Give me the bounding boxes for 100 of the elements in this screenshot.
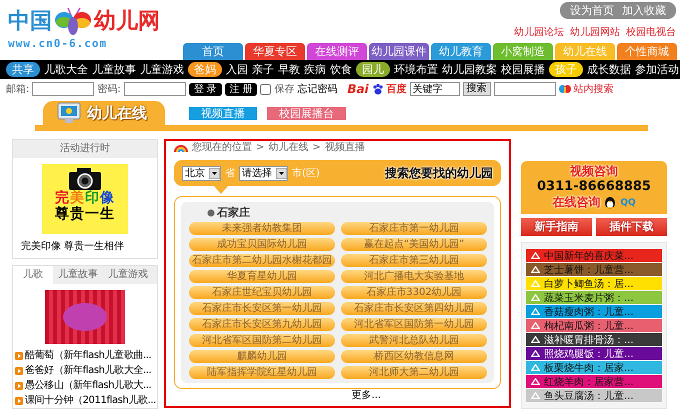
unit-label: 省 <box>225 166 235 180</box>
section-subtab[interactable]: 视频直播 <box>189 107 257 120</box>
email-field[interactable] <box>32 82 94 96</box>
category-link[interactable]: 儿歌大全 <box>44 62 88 77</box>
section-subtab[interactable]: 校园展播台 <box>267 107 346 120</box>
recipe-item[interactable]: 滋补暖胃排骨汤：... <box>526 333 662 346</box>
top-link[interactable]: 设为首页 <box>570 3 614 18</box>
category-tag[interactable]: 园儿 <box>356 62 390 77</box>
search-field[interactable]: 关键字 <box>410 82 460 96</box>
recipe-item[interactable]: 枸杞南瓜粥：儿童... <box>526 319 662 332</box>
more-link[interactable]: 更多... <box>174 390 381 402</box>
site-search-field[interactable] <box>494 82 556 96</box>
penguin-icon <box>604 196 616 209</box>
category-link[interactable]: 入园 <box>226 62 248 77</box>
download-button[interactable]: 插件下载 <box>596 218 667 236</box>
banner-text: 尊贵一生 <box>55 206 115 222</box>
category-link[interactable]: 亲子 <box>252 62 274 77</box>
recipe-item[interactable]: 蔬菜玉米麦片粥：... <box>526 291 662 304</box>
kindergarten-link[interactable]: 石家庄世纪宝贝幼儿园 <box>189 286 335 299</box>
nav-tab[interactable]: 首页 <box>183 43 243 60</box>
site-search-link[interactable]: 站内搜索 <box>574 82 614 96</box>
province-dropdown[interactable]: 北京 <box>182 166 221 180</box>
site-url[interactable]: www.cn0-6.com <box>8 37 160 50</box>
recipe-item[interactable]: 板栗烧牛肉：居家... <box>526 361 662 374</box>
header-link[interactable]: 幼儿园网站 <box>570 25 620 39</box>
kindergarten-link[interactable]: 石家庄市第一幼儿园 <box>341 222 487 235</box>
kindergarten-link[interactable]: 未来强者幼教集团 <box>189 222 335 235</box>
header-link[interactable]: 幼儿园论坛 <box>514 25 564 39</box>
category-link[interactable]: 环境布置 <box>394 62 438 77</box>
kindergarten-link[interactable]: 河北省军区国防第一幼儿园 <box>341 318 487 331</box>
login-button[interactable]: 登 录 <box>188 82 222 96</box>
category-link[interactable]: 儿童游戏 <box>140 62 184 77</box>
rainbow-icon <box>174 143 188 153</box>
kindergarten-link[interactable]: 石家庄市第二幼儿园水榭花都园 <box>189 254 335 267</box>
remember-checkbox[interactable] <box>260 84 272 94</box>
password-field[interactable] <box>124 82 186 96</box>
category-link[interactable]: 幼儿园教案 <box>442 62 497 77</box>
city-heading: 石家庄 <box>217 206 250 220</box>
category-link[interactable]: 早教 <box>278 62 300 77</box>
kindergarten-link[interactable]: 武警河北总队幼儿园 <box>341 334 487 347</box>
caret-icon <box>209 168 220 178</box>
logo-text: 幼儿网 <box>94 8 160 36</box>
category-tag[interactable]: 共享 <box>6 62 40 77</box>
top-link[interactable]: 加入收藏 <box>622 3 666 18</box>
kindergarten-link[interactable]: 陆军指挥学院红星幼儿园 <box>189 366 335 379</box>
kindergarten-link[interactable]: 河北省军区国防第二幼儿园 <box>189 334 335 347</box>
kindergarten-link[interactable]: 石家庄市长安区第四幼儿园 <box>341 302 487 315</box>
register-button[interactable]: 注 册 <box>224 82 258 96</box>
song-link[interactable]: 酷葡萄（新年flash儿童歌曲... <box>25 348 152 363</box>
kindergarten-link[interactable]: 河北广播电大实验基地 <box>341 270 487 283</box>
song-link[interactable]: 课间十分钟（2011flash儿歌... <box>25 393 156 408</box>
recipe-item[interactable]: 白萝卜鲫鱼汤：居... <box>526 277 662 290</box>
header-link[interactable]: 校园电视台 <box>626 25 676 39</box>
paw-icon <box>372 83 384 95</box>
banner-caption[interactable]: 完美印像 尊贵一生相伴 <box>13 234 157 258</box>
category-link[interactable]: 疾病 <box>304 62 326 77</box>
bullet-icon <box>15 366 23 374</box>
nav-tab[interactable]: 在线测评 <box>307 43 367 60</box>
kindergarten-link[interactable]: 桥西区幼教信息网 <box>341 350 487 363</box>
category-link[interactable]: 儿童故事 <box>92 62 136 77</box>
search-button[interactable]: 搜索 <box>462 82 491 96</box>
category-link[interactable]: 饮食 <box>330 62 352 77</box>
guide-button[interactable]: 新手指南 <box>521 218 592 236</box>
nav-tab[interactable]: 个性商城 <box>617 43 677 60</box>
logo-text: Bai <box>347 82 369 96</box>
forgot-password-link[interactable]: 忘记密码 <box>297 82 338 96</box>
kindergarten-link[interactable]: 石家庄市3302幼儿园 <box>341 286 487 299</box>
recipe-item[interactable]: 中国新年的喜庆菜... <box>526 249 662 262</box>
kindergarten-link[interactable]: 麒麟幼儿园 <box>189 350 335 363</box>
kindergarten-link[interactable]: 河北师大第二幼儿园 <box>341 366 487 379</box>
song-link[interactable]: 愚公移山（新年flash儿歌大... <box>25 378 152 393</box>
bullet-icon <box>15 396 23 404</box>
nav-tab[interactable]: 幼儿园课件 <box>369 43 429 60</box>
category-link[interactable]: 校园展播 <box>501 62 545 77</box>
breadcrumb-link[interactable]: 视频直播 <box>324 141 365 155</box>
nav-tab[interactable]: 华夏专区 <box>245 43 305 60</box>
recipe-item[interactable]: 香菇瘦肉粥：儿童... <box>526 305 662 318</box>
category-link[interactable]: 成长数据 <box>587 62 631 77</box>
media-tab[interactable]: 儿歌 <box>13 266 53 284</box>
logo-text: 百度 <box>386 82 407 96</box>
nav-tab[interactable]: 幼儿教育 <box>431 43 491 60</box>
kindergarten-link[interactable]: 石家庄市长安区第九幼儿园 <box>189 318 335 331</box>
recipe-item[interactable]: 照烧鸡腿饭：儿童... <box>526 347 662 360</box>
kindergarten-link[interactable]: 石家庄市第三幼儿园 <box>341 254 487 267</box>
category-link[interactable]: 参加活动 <box>635 62 679 77</box>
recipe-item[interactable]: 红烧羊肉：居家营... <box>526 375 662 388</box>
breadcrumb-link[interactable]: 幼儿在线 <box>268 141 308 155</box>
kindergarten-link[interactable]: 赢在起点“美国幼儿园” <box>341 238 487 251</box>
kindergarten-link[interactable]: 石家庄市长安区第一幼儿园 <box>189 302 335 315</box>
kindergarten-link[interactable]: 成功宝贝国际幼儿园 <box>189 238 335 251</box>
butterfly-icon <box>558 84 571 94</box>
recipe-item[interactable]: 芝士薯饼：儿童营... <box>526 263 662 276</box>
recipe-item[interactable]: 鱼头豆腐汤：儿童... <box>526 389 662 402</box>
camera-icon <box>67 166 103 190</box>
city-dropdown[interactable]: 请选择 <box>239 166 288 180</box>
song-link[interactable]: 爸爸好（新年flash儿歌大全... <box>25 363 152 378</box>
kindergarten-link[interactable]: 华夏育星幼儿园 <box>189 270 335 283</box>
field-label: 邮箱: <box>6 82 30 96</box>
media-tab[interactable]: 儿童故事 <box>53 266 103 284</box>
media-tab[interactable]: 儿童游戏 <box>103 266 153 284</box>
